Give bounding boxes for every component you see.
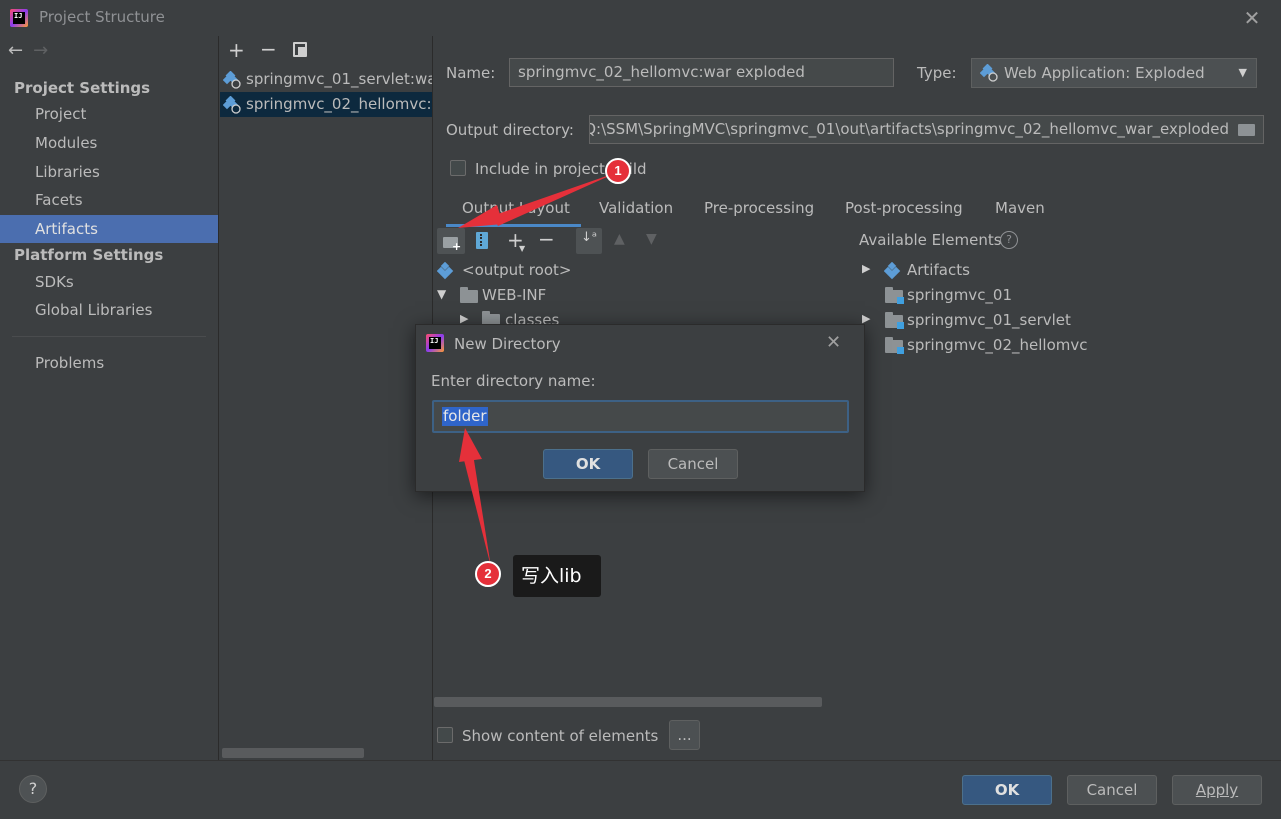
- annotation-callout: 写入lib: [513, 555, 601, 597]
- annotation-badge-2: 2: [475, 561, 501, 587]
- annotation-arrows: [458, 172, 618, 567]
- annotation-badge-1: 1: [605, 158, 631, 184]
